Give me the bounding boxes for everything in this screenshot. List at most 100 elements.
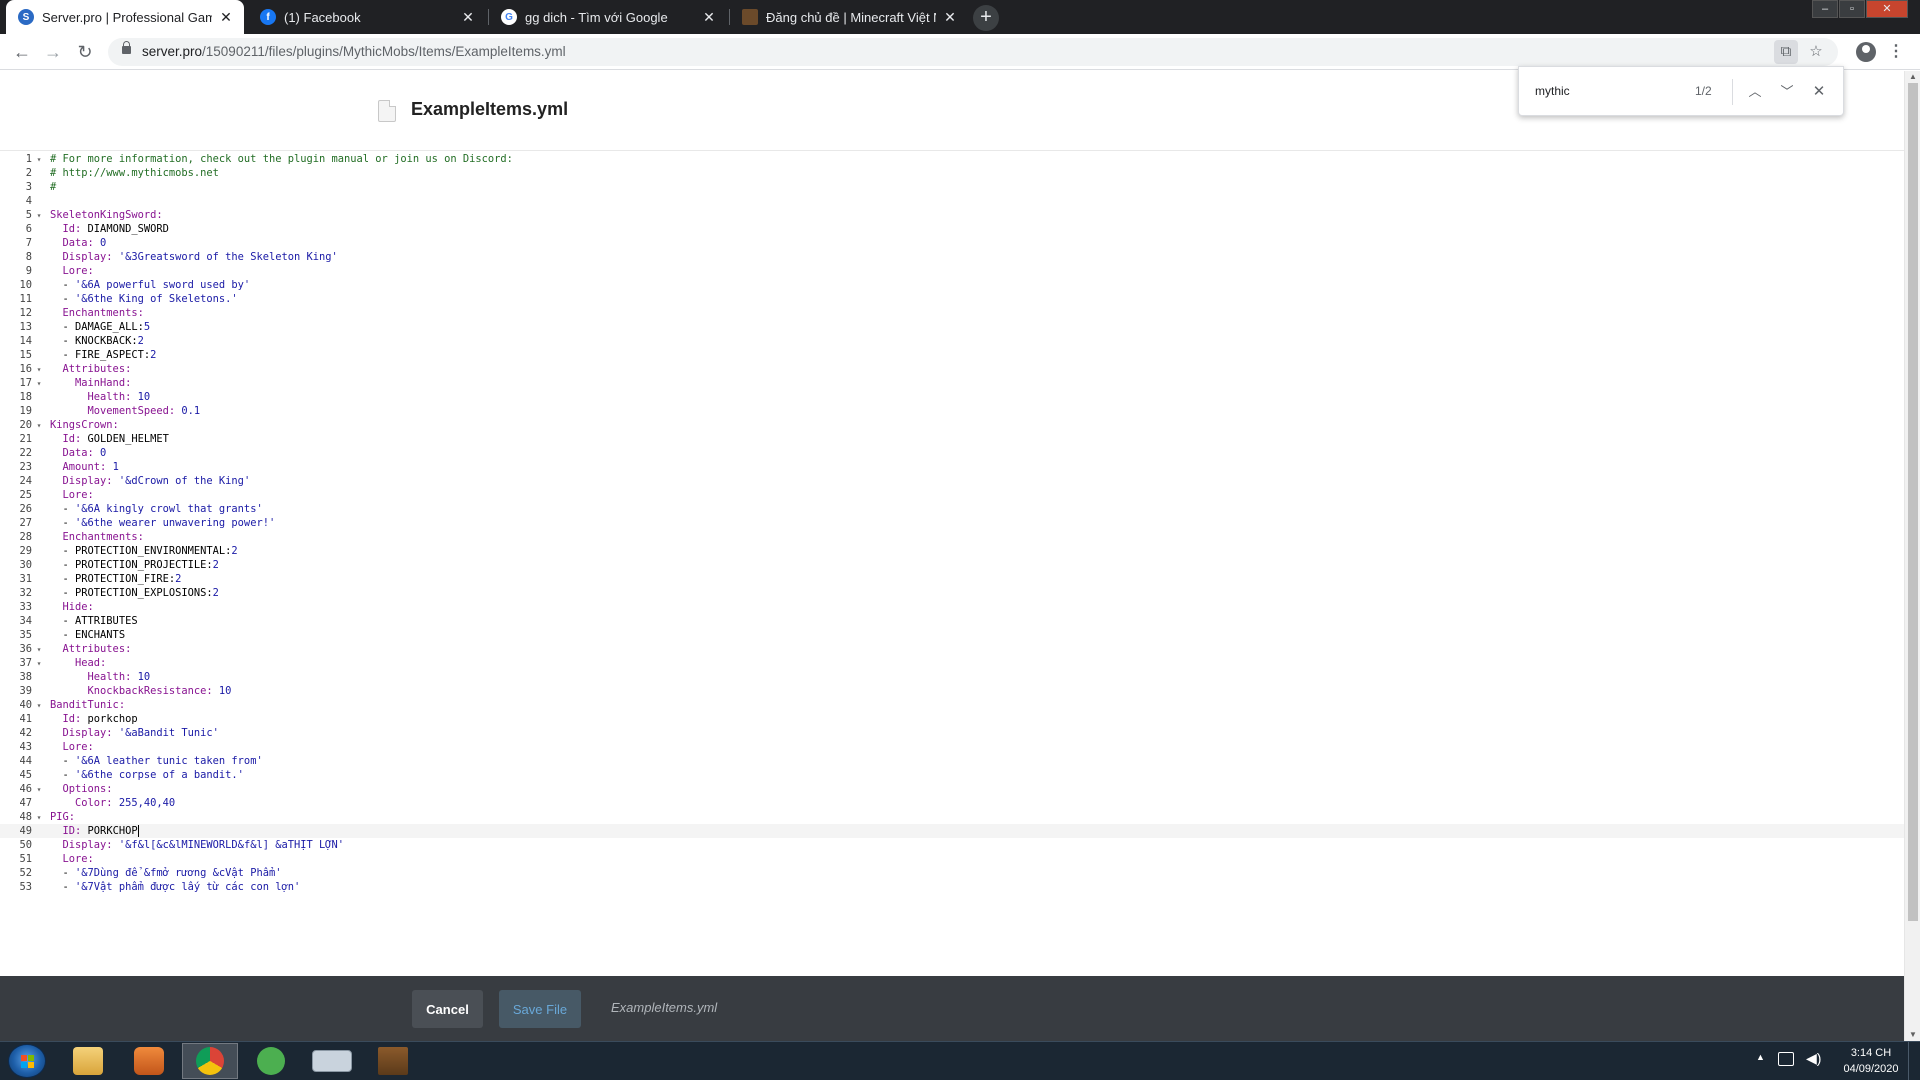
windows-explorer-icon[interactable]: [60, 1043, 116, 1079]
code-line[interactable]: 9 Lore:: [0, 264, 1904, 278]
code-line[interactable]: 44 - '&6A leather tunic taken from': [0, 754, 1904, 768]
code-line[interactable]: 15 - FIRE_ASPECT:2: [0, 348, 1904, 362]
code-text[interactable]: # http://www.mythicmobs.net: [44, 167, 219, 179]
code-text[interactable]: BanditTunic:: [44, 699, 125, 711]
code-text[interactable]: Enchantments:: [44, 531, 144, 543]
code-text[interactable]: Attributes:: [44, 643, 132, 655]
code-text[interactable]: KingsCrown:: [44, 419, 119, 431]
code-line[interactable]: 26 - '&6A kingly crowl that grants': [0, 502, 1904, 516]
code-text[interactable]: - PROTECTION_FIRE:2: [44, 573, 182, 585]
code-text[interactable]: - '&6A powerful sword used by': [44, 279, 251, 291]
back-arrow-icon[interactable]: ←: [10, 40, 34, 64]
code-text[interactable]: Options:: [44, 783, 113, 795]
profile-avatar-icon[interactable]: [1856, 42, 1876, 62]
close-tab-icon[interactable]: ✕: [460, 9, 476, 26]
tab-serverpro[interactable]: S Server.pro | Professional Game Se ✕: [6, 0, 244, 34]
code-text[interactable]: MainHand:: [44, 377, 131, 389]
forward-arrow-icon[interactable]: →: [41, 40, 65, 64]
tray-overflow-icon[interactable]: ▲: [1756, 1052, 1765, 1080]
code-line[interactable]: 52 - '&7Dùng để &fmở rương &cVật Phẩm': [0, 866, 1904, 880]
code-text[interactable]: - '&6the wearer unwavering power!': [44, 517, 276, 529]
code-text[interactable]: Lore:: [44, 489, 94, 501]
code-line[interactable]: 38 Health: 10: [0, 670, 1904, 684]
code-line[interactable]: 3 #: [0, 180, 1904, 194]
code-text[interactable]: Data: 0: [44, 447, 107, 459]
code-line[interactable]: 1 ▾ # For more information, check out the …: [0, 152, 1904, 166]
code-line[interactable]: 12 Enchantments:: [0, 306, 1904, 320]
code-line[interactable]: 13 - DAMAGE_ALL:5: [0, 320, 1904, 334]
code-text[interactable]: - PROTECTION_ENVIRONMENTAL:2: [44, 545, 238, 557]
code-line[interactable]: 11 - '&6the King of Skeletons.': [0, 292, 1904, 306]
code-line[interactable]: 6 Id: DIAMOND_SWORD: [0, 222, 1904, 236]
media-player-icon[interactable]: [121, 1043, 177, 1079]
windows-start-icon[interactable]: [8, 1044, 46, 1078]
fold-toggle-icon[interactable]: ▾: [34, 659, 44, 668]
code-line[interactable]: 33 Hide:: [0, 600, 1904, 614]
code-line[interactable]: 10 - '&6A powerful sword used by': [0, 278, 1904, 292]
code-text[interactable]: Amount: 1: [44, 461, 119, 473]
code-line[interactable]: 4: [0, 194, 1904, 208]
tab-facebook[interactable]: f (1) Facebook ✕: [248, 0, 486, 34]
close-tab-icon[interactable]: ✕: [701, 9, 717, 26]
code-line[interactable]: 40 ▾ BanditTunic:: [0, 698, 1904, 712]
url-text[interactable]: server.pro/15090211/files/plugins/Mythic…: [142, 44, 566, 59]
fold-toggle-icon[interactable]: ▾: [34, 421, 44, 430]
code-line[interactable]: 24 Display: '&dCrown of the King': [0, 474, 1904, 488]
reload-icon[interactable]: ↻: [73, 40, 97, 64]
code-text[interactable]: - '&6A kingly crowl that grants': [44, 503, 263, 515]
code-text[interactable]: Hide:: [44, 601, 94, 613]
on-screen-keyboard-icon[interactable]: [304, 1043, 360, 1079]
code-text[interactable]: KnockbackResistance: 10: [44, 685, 232, 697]
code-text[interactable]: PIG:: [44, 811, 75, 823]
code-line[interactable]: 16 ▾ Attributes:: [0, 362, 1904, 376]
code-line[interactable]: 49 ID: PORKCHOP: [0, 824, 1904, 838]
scroll-up-icon[interactable]: ▲: [1905, 71, 1920, 83]
code-line[interactable]: 36 ▾ Attributes:: [0, 642, 1904, 656]
code-line[interactable]: 41 Id: porkchop: [0, 712, 1904, 726]
code-line[interactable]: 30 - PROTECTION_PROJECTILE:2: [0, 558, 1904, 572]
code-line[interactable]: 50 Display: '&f&l[&c&lMINEWORLD&f&l] &aT…: [0, 838, 1904, 852]
code-text[interactable]: - '&6the King of Skeletons.': [44, 293, 238, 305]
code-line[interactable]: 48 ▾ PIG:: [0, 810, 1904, 824]
page-scrollbar[interactable]: ▲ ▼: [1904, 71, 1920, 1041]
maximize-window-button[interactable]: ▫: [1839, 0, 1865, 18]
close-tab-icon[interactable]: ✕: [942, 9, 958, 26]
code-text[interactable]: Display: '&dCrown of the King': [44, 475, 251, 487]
code-text[interactable]: Display: '&3Greatsword of the Skeleton K…: [44, 251, 338, 263]
code-line[interactable]: 25 Lore:: [0, 488, 1904, 502]
code-text[interactable]: ID: PORKCHOP: [44, 825, 139, 837]
code-text[interactable]: #: [44, 181, 56, 193]
cancel-button[interactable]: Cancel: [412, 990, 483, 1028]
code-text[interactable]: Health: 10: [44, 671, 151, 683]
chevron-down-icon[interactable]: ﹀: [1775, 80, 1799, 104]
code-line[interactable]: 2 # http://www.mythicmobs.net: [0, 166, 1904, 180]
code-text[interactable]: # For more information, check out the pl…: [44, 153, 513, 165]
code-text[interactable]: - DAMAGE_ALL:5: [44, 321, 151, 333]
volume-icon[interactable]: ◀): [1806, 1050, 1821, 1080]
code-line[interactable]: 35 - ENCHANTS: [0, 628, 1904, 642]
code-text[interactable]: Id: porkchop: [44, 713, 138, 725]
code-line[interactable]: 23 Amount: 1: [0, 460, 1904, 474]
code-line[interactable]: 27 - '&6the wearer unwavering power!': [0, 516, 1904, 530]
greenshot-icon[interactable]: [243, 1043, 299, 1079]
code-line[interactable]: 47 Color: 255,40,40: [0, 796, 1904, 810]
code-text[interactable]: Display: '&f&l[&c&lMINEWORLD&f&l] &aTHỊT…: [44, 839, 345, 851]
system-clock[interactable]: 3:14 CH 04/09/2020: [1836, 1045, 1906, 1077]
close-window-button[interactable]: ✕: [1866, 0, 1908, 18]
code-line[interactable]: 42 Display: '&aBandit Tunic': [0, 726, 1904, 740]
code-text[interactable]: - FIRE_ASPECT:2: [44, 349, 157, 361]
show-desktop-button[interactable]: [1908, 1042, 1920, 1080]
minimize-window-button[interactable]: –: [1812, 0, 1838, 18]
new-tab-button[interactable]: +: [973, 5, 999, 31]
code-text[interactable]: Color: 255,40,40: [44, 797, 175, 809]
code-line[interactable]: 31 - PROTECTION_FIRE:2: [0, 572, 1904, 586]
code-line[interactable]: 34 - ATTRIBUTES: [0, 614, 1904, 628]
code-text[interactable]: - '&6the corpse of a bandit.': [44, 769, 244, 781]
code-text[interactable]: - ATTRIBUTES: [44, 615, 138, 627]
find-input[interactable]: mythic: [1535, 84, 1570, 98]
scroll-thumb[interactable]: [1908, 83, 1918, 921]
code-text[interactable]: Lore:: [44, 741, 94, 753]
code-line[interactable]: 43 Lore:: [0, 740, 1904, 754]
bookmark-star-icon[interactable]: ☆: [1804, 40, 1828, 64]
code-text[interactable]: Attributes:: [44, 363, 132, 375]
